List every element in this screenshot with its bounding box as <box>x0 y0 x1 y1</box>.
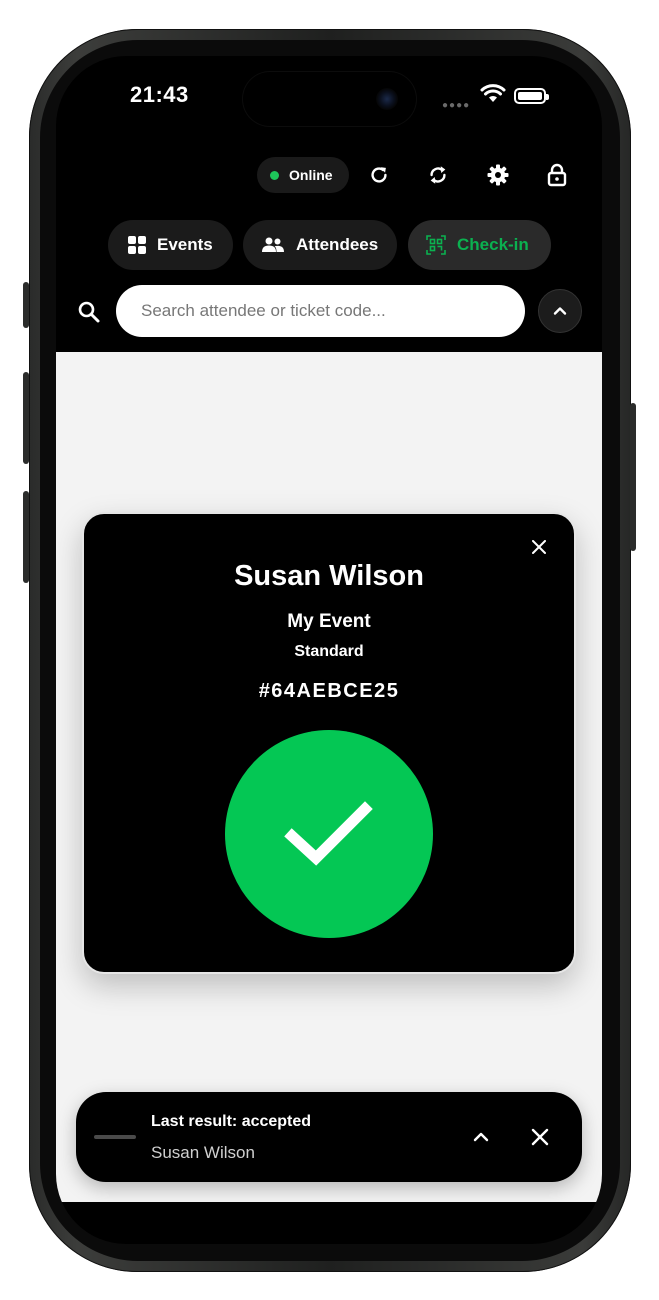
attendee-name: Susan Wilson <box>234 560 424 592</box>
gear-icon <box>487 164 509 186</box>
tab-check-in[interactable]: Check-in <box>408 220 551 270</box>
people-icon <box>261 237 285 253</box>
checkin-result-card: Susan Wilson My Event Standard #64AEBCE2… <box>82 512 576 974</box>
refresh-button[interactable] <box>364 160 394 190</box>
cellular-signal-icon: ●●●● <box>442 100 471 111</box>
last-result-title: Last result: accepted <box>151 1113 312 1130</box>
front-camera <box>376 88 398 110</box>
power-button <box>630 403 636 551</box>
last-result-bar[interactable]: Last result: accepted Susan Wilson <box>76 1092 582 1182</box>
chevron-up-icon <box>473 1132 489 1142</box>
tab-attendees-label: Attendees <box>296 235 379 254</box>
tab-events-label: Events <box>157 235 213 254</box>
volume-up-button <box>23 372 29 464</box>
battery-icon <box>514 88 549 104</box>
tab-check-in-label: Check-in <box>457 235 529 254</box>
last-result-name: Susan Wilson <box>151 1143 255 1162</box>
check-icon <box>284 801 373 866</box>
dismiss-result-button[interactable] <box>525 1122 555 1152</box>
tab-events[interactable]: Events <box>108 220 233 270</box>
grid-icon <box>128 236 146 254</box>
settings-button[interactable] <box>483 160 513 190</box>
online-indicator-dot <box>270 170 279 180</box>
accepted-status-badge <box>225 730 433 938</box>
lock-button[interactable] <box>542 160 572 190</box>
ticket-code: #64AEBCE25 <box>258 680 400 702</box>
expand-result-button[interactable] <box>466 1122 496 1152</box>
drag-handle[interactable] <box>94 1135 136 1139</box>
action-button <box>23 282 29 328</box>
app-screen: 21:43 ●●●● Online Events Attendees Check… <box>56 56 602 1244</box>
connection-status-badge: Online <box>257 157 349 193</box>
close-card-button[interactable] <box>528 536 550 558</box>
search-icon <box>78 301 100 323</box>
close-icon <box>531 1128 549 1146</box>
volume-down-button <box>23 491 29 583</box>
tab-attendees[interactable]: Attendees <box>243 220 397 270</box>
collapse-search-button[interactable] <box>538 289 582 333</box>
ticket-type: Standard <box>294 643 364 660</box>
sync-icon <box>430 166 446 184</box>
status-time: 21:43 <box>130 82 189 107</box>
lock-icon <box>547 163 567 187</box>
event-name: My Event <box>287 611 371 632</box>
dynamic-island <box>243 72 416 126</box>
qr-scan-icon <box>426 235 446 255</box>
wifi-icon <box>480 84 506 102</box>
connection-status-label: Online <box>289 167 333 183</box>
refresh-icon <box>371 167 387 183</box>
close-icon <box>532 540 546 554</box>
chevron-up-icon <box>553 307 567 315</box>
search-input[interactable] <box>116 285 525 337</box>
sync-button[interactable] <box>423 160 453 190</box>
